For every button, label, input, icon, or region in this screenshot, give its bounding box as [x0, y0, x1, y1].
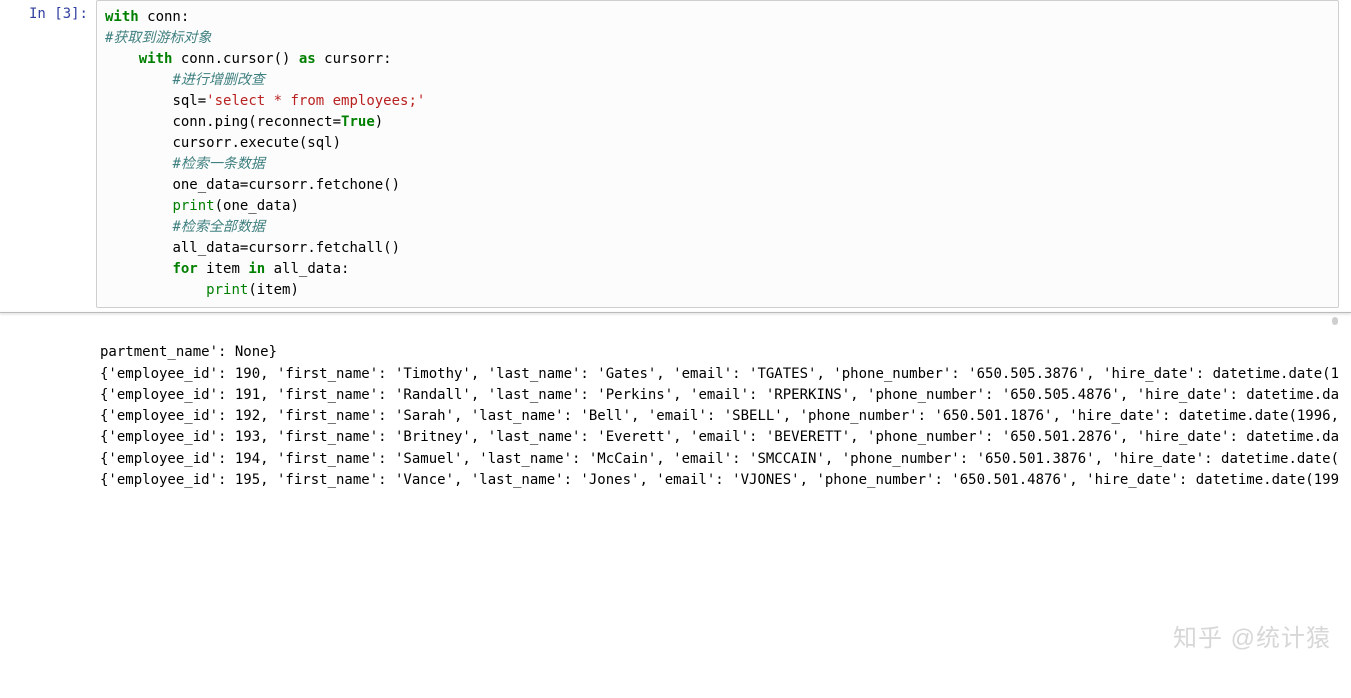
fn-print: print — [172, 198, 214, 214]
code-text: cursorr.execute(sql) — [172, 135, 341, 151]
keyword-with: with — [105, 9, 139, 25]
code-text: cursorr.fetchall() — [248, 240, 400, 256]
code-text: conn.cursor() — [172, 51, 298, 67]
input-prompt: In [3]: — [0, 0, 96, 308]
op-eq: = — [198, 93, 206, 109]
fn-print: print — [206, 282, 248, 298]
code-cell: In [3]: with conn: #获取到游标对象 with conn.cu… — [0, 0, 1351, 308]
comment: #进行增删改查 — [172, 72, 264, 88]
code-text: (one_data) — [215, 198, 299, 214]
output-area[interactable]: partment_name': None} {'employee_id': 19… — [96, 319, 1339, 687]
code-text: (item) — [248, 282, 299, 298]
keyword-in: in — [248, 261, 265, 277]
code-text: conn: — [139, 9, 190, 25]
code-text: cursorr.fetchone() — [248, 177, 400, 193]
code-text: conn.ping(reconnect — [172, 114, 332, 130]
keyword-as: as — [299, 51, 316, 67]
code-text: all_data: — [265, 261, 349, 277]
code-text: ) — [375, 114, 383, 130]
cell-divider — [0, 312, 1351, 313]
code-editor[interactable]: with conn: #获取到游标对象 with conn.cursor() a… — [96, 0, 1339, 308]
comment: #检索全部数据 — [172, 219, 264, 235]
code-text: cursorr: — [316, 51, 392, 67]
comment: #获取到游标对象 — [105, 30, 211, 46]
code-text: all_data — [172, 240, 239, 256]
code-text: sql — [172, 93, 197, 109]
keyword-with: with — [139, 51, 173, 67]
op-eq: = — [333, 114, 341, 130]
code-text: one_data — [172, 177, 239, 193]
const-true: True — [341, 114, 375, 130]
watermark: 知乎 @统计猿 — [1173, 621, 1331, 657]
string-literal: 'select * from employees;' — [206, 93, 425, 109]
comment: #检索一条数据 — [172, 156, 264, 172]
keyword-for: for — [172, 261, 197, 277]
output-text: partment_name': None} {'employee_id': 19… — [100, 342, 1339, 491]
code-text: item — [198, 261, 249, 277]
